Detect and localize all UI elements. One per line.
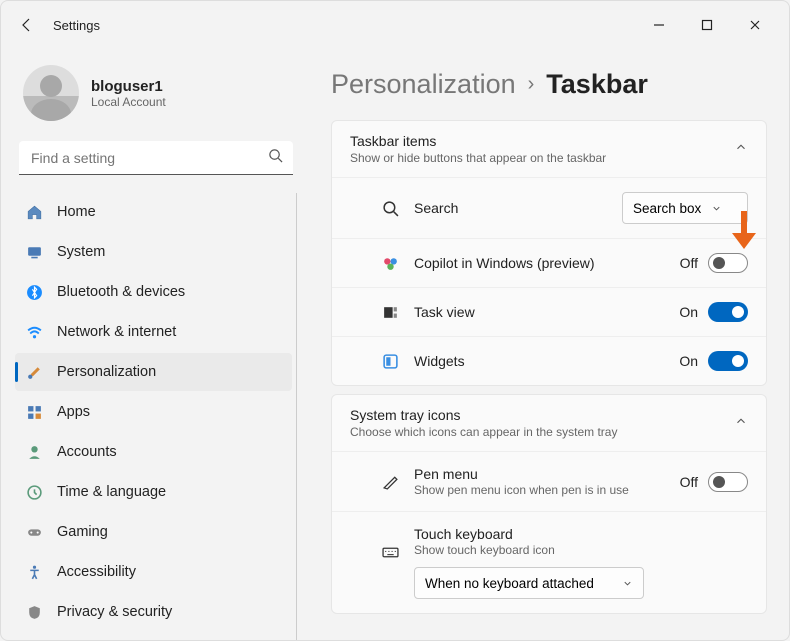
back-button[interactable] — [9, 7, 45, 43]
breadcrumb: Personalization › Taskbar — [331, 69, 767, 100]
row-label: Touch keyboard — [414, 526, 748, 542]
avatar — [23, 65, 79, 121]
group-sub: Choose which icons can appear in the sys… — [350, 425, 617, 439]
row-label: Copilot in Windows (preview) — [414, 255, 595, 271]
sidebar-item-home[interactable]: Home — [15, 193, 292, 231]
username: bloguser1 — [91, 78, 166, 95]
group-title: System tray icons — [350, 407, 617, 423]
copilot-icon — [380, 255, 400, 272]
wifi-icon — [25, 323, 43, 341]
gamepad-icon — [25, 523, 43, 541]
sidebar-item-privacy[interactable]: Privacy & security — [15, 593, 292, 631]
sidebar-item-label: Network & internet — [57, 324, 176, 340]
row-sub: Show pen menu icon when pen is in use — [414, 483, 629, 497]
search-icon — [268, 148, 283, 168]
widgets-icon — [380, 353, 400, 370]
sidebar-item-label: Accounts — [57, 444, 117, 460]
row-widgets: Widgets On — [332, 336, 766, 385]
sidebar-item-accounts[interactable]: Accounts — [15, 433, 292, 471]
toggle-state-label: On — [679, 353, 698, 369]
sidebar-item-time[interactable]: Time & language — [15, 473, 292, 511]
breadcrumb-parent[interactable]: Personalization — [331, 69, 516, 100]
sidebar-item-system[interactable]: System — [15, 233, 292, 271]
chevron-down-icon — [711, 203, 722, 214]
home-icon — [25, 203, 43, 221]
group-header-system-tray[interactable]: System tray icons Choose which icons can… — [332, 395, 766, 451]
search-box[interactable] — [19, 141, 293, 175]
toggle-state-label: On — [679, 304, 698, 320]
keyboard-icon — [380, 544, 400, 561]
row-search: Search Search box — [332, 177, 766, 238]
widgets-toggle[interactable] — [708, 351, 748, 371]
chevron-up-icon — [734, 414, 748, 433]
sidebar-item-gaming[interactable]: Gaming — [15, 513, 292, 551]
chevron-down-icon — [622, 578, 633, 589]
chevron-right-icon: › — [528, 73, 535, 96]
sidebar-item-label: System — [57, 244, 105, 260]
touch-keyboard-select[interactable]: When no keyboard attached — [414, 567, 644, 599]
sidebar-item-personalization[interactable]: Personalization — [15, 353, 292, 391]
row-copilot: Copilot in Windows (preview) Off — [332, 238, 766, 287]
breadcrumb-current: Taskbar — [546, 69, 648, 100]
toggle-state-label: Off — [680, 474, 698, 490]
minimize-button[interactable] — [645, 11, 673, 39]
sidebar-item-accessibility[interactable]: Accessibility — [15, 553, 292, 591]
pen-icon — [380, 473, 400, 490]
bluetooth-icon — [25, 283, 43, 301]
row-label: Widgets — [414, 353, 465, 369]
sidebar-item-label: Personalization — [57, 364, 156, 380]
copilot-toggle[interactable] — [708, 253, 748, 273]
sidebar-item-label: Privacy & security — [57, 604, 172, 620]
sidebar-item-label: Home — [57, 204, 96, 220]
pen-menu-toggle[interactable] — [708, 472, 748, 492]
shield-icon — [25, 603, 43, 621]
maximize-button[interactable] — [693, 11, 721, 39]
sidebar-item-label: Accessibility — [57, 564, 136, 580]
window-title: Settings — [53, 18, 100, 33]
task-view-icon — [380, 304, 400, 321]
row-label: Pen menu — [414, 466, 629, 482]
accessibility-icon — [25, 563, 43, 581]
row-task-view: Task view On — [332, 287, 766, 336]
row-label: Search — [414, 200, 458, 216]
row-label: Task view — [414, 304, 475, 320]
task-view-toggle[interactable] — [708, 302, 748, 322]
account-type: Local Account — [91, 95, 166, 109]
chevron-up-icon — [734, 140, 748, 159]
sidebar-item-label: Bluetooth & devices — [57, 284, 185, 300]
search-input[interactable] — [19, 141, 293, 175]
clock-icon — [25, 483, 43, 501]
brush-icon — [25, 363, 43, 381]
nav-list: Home System Bluetooth & devices Network … — [15, 193, 297, 640]
accounts-icon — [25, 443, 43, 461]
profile-block[interactable]: bloguser1 Local Account — [15, 49, 297, 141]
select-value: When no keyboard attached — [425, 576, 594, 591]
sidebar-item-network[interactable]: Network & internet — [15, 313, 292, 351]
sidebar-item-apps[interactable]: Apps — [15, 393, 292, 431]
sidebar: bloguser1 Local Account Home System Blue… — [1, 49, 311, 640]
search-icon — [380, 200, 400, 217]
group-sub: Show or hide buttons that appear on the … — [350, 151, 606, 165]
system-icon — [25, 243, 43, 261]
sidebar-item-label: Time & language — [57, 484, 166, 500]
row-pen-menu: Pen menu Show pen menu icon when pen is … — [332, 451, 766, 511]
titlebar: Settings — [1, 1, 789, 49]
group-system-tray: System tray icons Choose which icons can… — [331, 394, 767, 614]
close-button[interactable] — [741, 11, 769, 39]
row-touch-keyboard: Touch keyboard Show touch keyboard icon … — [332, 511, 766, 613]
group-taskbar-items: Taskbar items Show or hide buttons that … — [331, 120, 767, 386]
apps-icon — [25, 403, 43, 421]
sidebar-item-bluetooth[interactable]: Bluetooth & devices — [15, 273, 292, 311]
sidebar-item-label: Apps — [57, 404, 90, 420]
sidebar-item-label: Gaming — [57, 524, 108, 540]
select-value: Search box — [633, 201, 701, 216]
group-header-taskbar-items[interactable]: Taskbar items Show or hide buttons that … — [332, 121, 766, 177]
group-title: Taskbar items — [350, 133, 606, 149]
row-sub: Show touch keyboard icon — [414, 543, 748, 557]
content-area: Personalization › Taskbar Taskbar items … — [311, 49, 789, 640]
search-mode-select[interactable]: Search box — [622, 192, 748, 224]
toggle-state-label: Off — [680, 255, 698, 271]
